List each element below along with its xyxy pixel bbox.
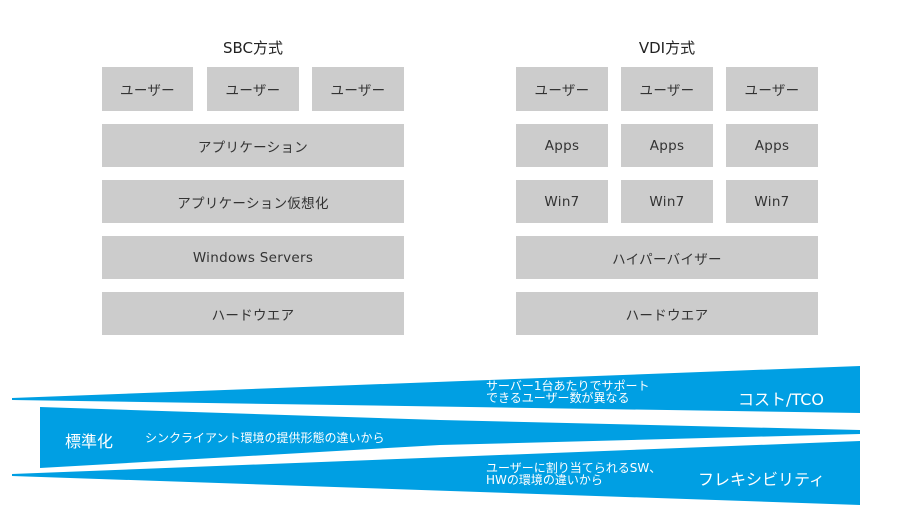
standardization-description: シンクライアント環境の提供形態の違いから [145, 431, 385, 445]
cost-label: コスト/TCO [738, 390, 824, 409]
cost-description: サーバー1台あたりでサポート できるユーザー数が異なる [486, 379, 650, 405]
flexibility-label: フレキシビリティ [698, 470, 826, 489]
comparison-bands [12, 366, 860, 505]
standardization-label: 標準化 [65, 432, 114, 451]
cost-wedge [12, 366, 860, 413]
flexibility-description: ユーザーに割り当てられるSW、 HWの環境の違いから [486, 461, 662, 487]
